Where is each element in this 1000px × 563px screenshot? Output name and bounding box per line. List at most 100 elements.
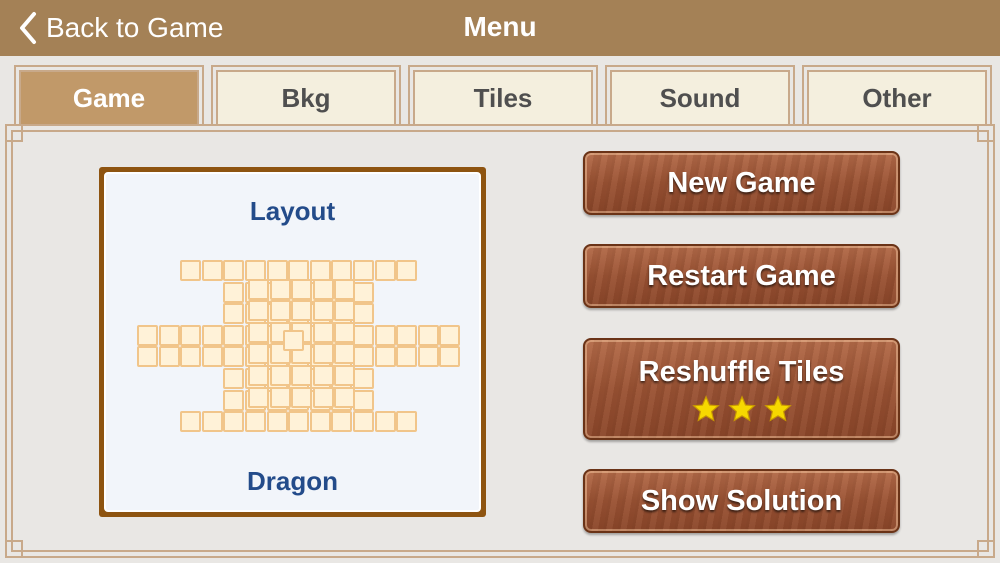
mahjong-tile [269,300,291,322]
mahjong-tile [158,324,180,346]
mahjong-tile [396,411,418,433]
layout-preview-card[interactable]: Layout Dragon [99,167,486,517]
mahjong-tile [353,411,374,433]
mahjong-tile [223,368,245,389]
tab-sound[interactable]: Sound [605,65,795,131]
reshuffle-tiles-label: Reshuffle Tiles [638,355,845,388]
star-icon [727,394,756,422]
mahjong-tile [334,365,356,386]
mahjong-tile [374,324,396,346]
mahjong-tile [248,386,269,408]
mahjong-tile [158,346,180,368]
mahjong-tile [417,324,439,346]
panel-corner-ornament [5,540,23,558]
restart-game-button[interactable]: Restart Game [583,244,900,308]
mahjong-tile [223,324,245,346]
tab-bkg[interactable]: Bkg [211,65,401,131]
mahjong-tile [439,324,461,346]
mahjong-tile [396,260,418,281]
mahjong-tile [288,411,310,433]
new-game-button[interactable]: New Game [583,151,900,215]
star-icon [763,394,792,422]
mahjong-tile [353,368,374,389]
mahjong-tile [331,260,353,281]
mahjong-tile [312,278,334,300]
mahjong-tile [248,300,269,322]
mahjong-tile [396,346,418,368]
layout-name: Dragon [247,466,338,496]
mahjong-tile [291,278,313,300]
mahjong-tile [248,365,269,386]
mahjong-tile [201,324,223,346]
mahjong-tile [291,386,313,408]
mahjong-tile [180,260,202,281]
show-solution-label: Show Solution [640,484,843,517]
mahjong-tile [248,321,269,343]
mahjong-tile [309,260,331,281]
mahjong-tile [312,300,334,322]
mahjong-tile [312,365,334,386]
mahjong-tile [312,386,334,408]
mahjong-tile [223,260,245,281]
mahjong-tile [353,281,374,303]
mahjong-tile [248,343,269,365]
mahjong-tile [201,411,223,433]
back-to-game-label: Back to Game [46,12,224,43]
tab-game[interactable]: Game [14,65,204,131]
show-solution-button[interactable]: Show Solution [583,469,900,533]
layout-tile-map [106,174,479,510]
mahjong-tile [180,324,202,346]
mahjong-tile [245,260,266,281]
mahjong-tile [334,300,356,322]
mahjong-tile [396,324,418,346]
mahjong-tile [180,411,202,433]
tab-bar: Game Bkg Tiles Sound Other [14,65,992,131]
reshuffle-stars [691,394,792,423]
mahjong-tile [312,343,334,365]
mahjong-tile [266,260,288,281]
mahjong-tile [223,281,245,303]
mahjong-tile [374,411,396,433]
reshuffle-tiles-button[interactable]: Reshuffle Tiles [583,338,900,440]
mahjong-tile [374,346,396,368]
mahjong-tile [331,411,353,433]
mahjong-tile [269,365,291,386]
top-bar: Back to Game Menu [0,0,1000,56]
layout-preview-frame: Layout Dragon [104,172,481,512]
mahjong-tile [201,346,223,368]
chevron-left-icon [20,12,36,44]
mahjong-tile [180,346,202,368]
mahjong-tile [334,321,356,343]
mahjong-tile [334,343,356,365]
mahjong-tile [353,303,374,325]
mahjong-tile [223,346,245,368]
mahjong-tile [291,300,313,322]
tab-other[interactable]: Other [802,65,992,131]
mahjong-tile [288,260,310,281]
mahjong-tile [283,329,305,351]
restart-game-label: Restart Game [647,259,836,292]
mahjong-tile [353,260,374,281]
panel-corner-ornament [977,540,995,558]
tab-tiles[interactable]: Tiles [408,65,598,131]
mahjong-tile [201,260,223,281]
panel-corner-ornament [977,124,995,142]
mahjong-tile [269,386,291,408]
back-to-game-button[interactable]: Back to Game [18,8,223,48]
mahjong-tile [334,386,356,408]
mahjong-tile [291,365,313,386]
mahjong-tile [266,411,288,433]
mahjong-tile [353,389,374,411]
mahjong-tile [223,303,245,325]
mahjong-tile [439,346,461,368]
mahjong-tile [312,321,334,343]
mahjong-tile [248,278,269,300]
new-game-label: New Game [667,166,816,199]
mahjong-tile [269,278,291,300]
star-icon [691,394,720,422]
mahjong-tile [417,346,439,368]
mahjong-tile [309,411,331,433]
mahjong-tile [245,411,266,433]
panel-corner-ornament [5,124,23,142]
mahjong-tile [137,346,158,368]
